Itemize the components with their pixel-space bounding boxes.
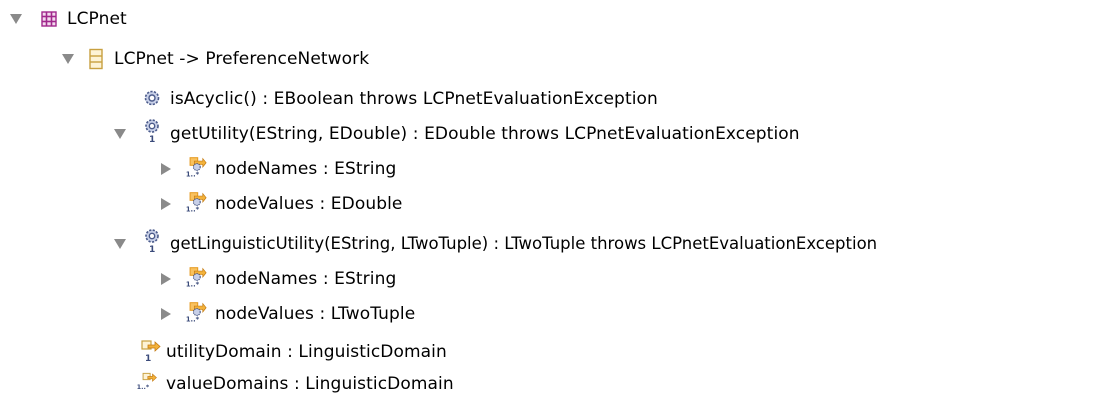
multiplicity-label: 1 xyxy=(149,245,155,254)
tree-row-label: LCPnet -> PreferenceNetwork xyxy=(114,49,370,69)
tree-row-label: nodeNames : EString xyxy=(215,159,397,179)
tree-row-label: getUtility(EString, EDouble) : EDouble t… xyxy=(170,124,800,144)
operation-single-icon: 1 xyxy=(141,119,163,144)
collapsed-toggle-icon[interactable] xyxy=(159,272,173,286)
reference-many-icon: 1..* xyxy=(136,370,158,394)
tree-row-reference-valuedomains[interactable]: 1..* valueDomains : LinguisticDomain xyxy=(0,369,1116,399)
collapsed-toggle-icon[interactable] xyxy=(159,307,173,321)
tree-row-operation-getutility[interactable]: 1 getUtility(EString, EDouble) : EDouble… xyxy=(0,119,1116,149)
multiplicity-label: 1..* xyxy=(186,205,200,213)
tree-row-label: nodeValues : LTwoTuple xyxy=(215,304,416,324)
parameter-many-icon: 1..* xyxy=(185,155,207,179)
tree-row-operation-isacyclic[interactable]: isAcyclic() : EBoolean throws LCPnetEval… xyxy=(0,84,1116,114)
reference-single-icon: 1 xyxy=(139,339,161,363)
multiplicity-label: 1..* xyxy=(137,384,150,391)
tree-row-parameter-nodenames[interactable]: 1..* nodeNames : EString xyxy=(0,154,1116,184)
class-icon xyxy=(85,47,107,71)
tree-row-parameter-nodevalues[interactable]: 1..* nodeValues : LTwoTuple xyxy=(0,299,1116,329)
tree-row-label: valueDomains : LinguisticDomain xyxy=(166,374,454,394)
multiplicity-label: 1..* xyxy=(186,280,200,288)
tree-row-parameter-nodenames[interactable]: 1..* nodeNames : EString xyxy=(0,264,1116,294)
tree-row-operation-getlinguisticutility[interactable]: 1 getLinguisticUtility(EString, LTwoTupl… xyxy=(0,229,1116,259)
expanded-toggle-icon[interactable] xyxy=(9,12,23,26)
multiplicity-label: 1 xyxy=(149,135,155,144)
expanded-toggle-icon[interactable] xyxy=(61,52,75,66)
tree-row-label: getLinguisticUtility(EString, LTwoTuple)… xyxy=(170,234,878,253)
tree-row-package-lcpnet[interactable]: LCPnet xyxy=(0,4,1116,34)
tree-row-class-lcpnet[interactable]: LCPnet -> PreferenceNetwork xyxy=(0,44,1116,74)
expanded-toggle-icon[interactable] xyxy=(113,127,127,141)
expanded-toggle-icon[interactable] xyxy=(113,237,127,251)
tree-row-label: isAcyclic() : EBoolean throws LCPnetEval… xyxy=(170,89,658,109)
tree-row-reference-utilitydomain[interactable]: 1 utilityDomain : LinguisticDomain xyxy=(0,337,1116,367)
multiplicity-label: 1..* xyxy=(186,170,200,178)
collapsed-toggle-icon[interactable] xyxy=(159,162,173,176)
operation-icon xyxy=(141,86,163,110)
collapsed-toggle-icon[interactable] xyxy=(159,197,173,211)
tree-row-label: utilityDomain : LinguisticDomain xyxy=(166,342,447,362)
parameter-many-icon: 1..* xyxy=(185,265,207,289)
multiplicity-label: 1 xyxy=(145,354,151,363)
tree-row-label: LCPnet xyxy=(67,9,127,29)
tree-row-parameter-nodevalues[interactable]: 1..* nodeValues : EDouble xyxy=(0,189,1116,219)
parameter-many-icon: 1..* xyxy=(185,190,207,214)
package-icon xyxy=(38,7,60,31)
tree-row-label: nodeNames : EString xyxy=(215,269,397,289)
operation-single-icon: 1 xyxy=(141,229,163,254)
multiplicity-label: 1..* xyxy=(186,315,200,323)
parameter-many-icon: 1..* xyxy=(185,300,207,324)
tree-row-label: nodeValues : EDouble xyxy=(215,194,403,214)
